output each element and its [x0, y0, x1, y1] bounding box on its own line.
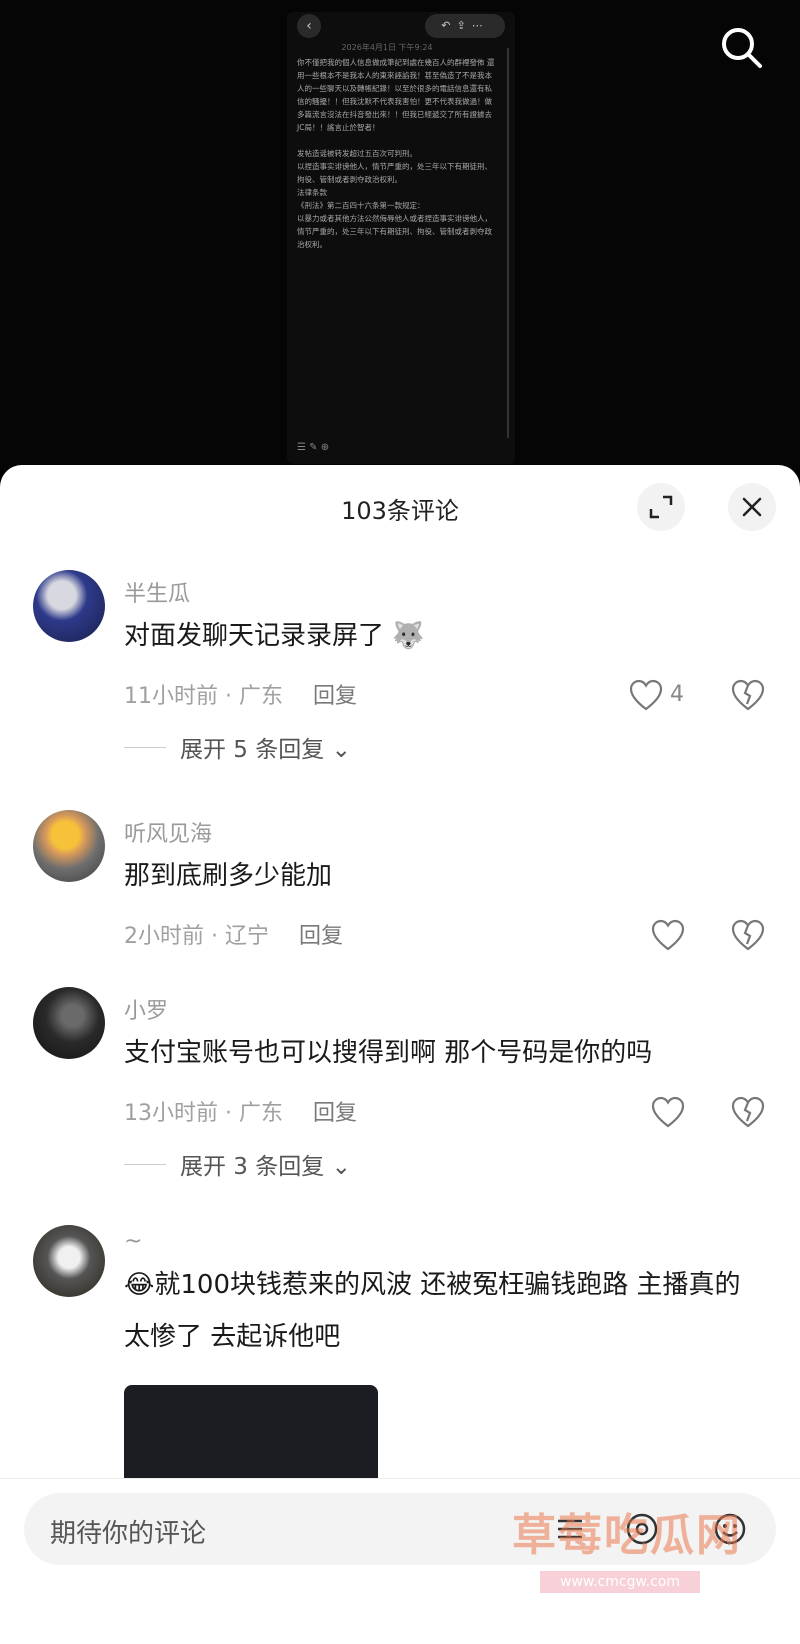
comment-author[interactable]: ~ [124, 1229, 142, 1254]
heart-icon [651, 1096, 685, 1128]
comment-text: 那到底刷多少能加 [124, 861, 333, 891]
divider-line [124, 1164, 166, 1165]
dislike-button[interactable] [730, 918, 766, 954]
chevron-down-icon: ⌄ [331, 1154, 351, 1180]
watermark-logo: 草莓吃瓜网 [512, 1510, 742, 1561]
watermark-url: www.cmcgw.com [540, 1571, 700, 1593]
comment-sheet: 103条评论 半生瓜 对面发聊天记录录屏了 🐺 11小时前 · 广东 回复 4 展… [0, 465, 800, 1643]
comment-author[interactable]: 听风见海 [124, 816, 212, 848]
comment-text: 支付宝账号也可以搜得到啊 那个号码是你的吗 [124, 1038, 653, 1068]
avatar[interactable] [33, 987, 105, 1059]
comment-text-body: 就100块钱惹来的风波 还被冤枉骗钱跑路 主播真的太惨了 去起诉他吧 [124, 1270, 741, 1352]
expand-replies-label: 展开 3 条回复 [180, 1154, 325, 1180]
comment-time-location: 2小时前 · 辽宁 [124, 924, 269, 949]
note-back-icon: ‹ [297, 14, 321, 38]
comment-meta: 11小时前 · 广东 回复 [124, 678, 357, 710]
dislike-button[interactable] [730, 678, 766, 714]
reply-button[interactable]: 回复 [313, 1101, 357, 1126]
note-bottom-toolbar: ☰ ✎ ⊕ [297, 442, 330, 453]
heart-icon [629, 679, 663, 711]
comment-input-placeholder: 期待你的评论 [50, 1519, 207, 1549]
comment-meta: 2小时前 · 辽宁 回复 [124, 918, 343, 950]
video-area[interactable]: ‹ ↶⇪⋯ 2026年4月1日 下午9:24 你不僅把我的個人信息做成筆記到處在… [0, 0, 800, 470]
reply-button[interactable]: 回复 [313, 684, 357, 709]
broken-heart-icon [731, 919, 765, 951]
avatar[interactable] [33, 570, 105, 642]
expand-replies-label: 展开 5 条回复 [180, 737, 325, 763]
dislike-button[interactable] [730, 1095, 766, 1131]
expand-sheet-button[interactable] [637, 483, 685, 531]
comment-author[interactable]: 半生瓜 [124, 576, 190, 608]
broken-heart-icon [731, 1096, 765, 1128]
expand-replies-button[interactable]: 展开 5 条回复 ⌄ [180, 730, 351, 764]
avatar[interactable] [33, 810, 105, 882]
note-scrollbar [507, 48, 509, 438]
close-icon [742, 497, 762, 517]
note-body-text: 你不僅把我的個人信息做成筆記到處在幾百人的群裡發佈 還用一些根本不是我本人的東來… [297, 58, 495, 249]
comment-time-location: 11小时前 · 广东 [124, 684, 283, 709]
reply-button[interactable]: 回复 [299, 924, 343, 949]
like-button[interactable] [628, 1095, 708, 1131]
comment-text: 😂就100块钱惹来的风波 还被冤枉骗钱跑路 主播真的太惨了 去起诉他吧 [124, 1259, 744, 1363]
laughing-emoji-icon: 😂 [124, 1270, 155, 1300]
note-toolbar: ‹ ↶⇪⋯ [297, 14, 505, 38]
note-date: 2026年4月1日 下午9:24 [341, 43, 433, 52]
comment-text: 对面发聊天记录录屏了 🐺 [124, 610, 764, 662]
comment-input-bar: 期待你的评论 草莓吃瓜网 www.cmcgw.com [0, 1478, 800, 1644]
like-button[interactable]: 4 [628, 678, 708, 714]
husky-emoji-icon: 🐺 [392, 621, 425, 651]
heart-icon [651, 919, 685, 951]
broken-heart-icon [731, 679, 765, 711]
note-actions-icons: ↶⇪⋯ [425, 14, 505, 38]
expand-icon [649, 495, 673, 519]
comment-time-location: 13小时前 · 广东 [124, 1101, 283, 1126]
comment-author[interactable]: 小罗 [124, 993, 168, 1025]
note-screenshot: ‹ ↶⇪⋯ 2026年4月1日 下午9:24 你不僅把我的個人信息做成筆記到處在… [287, 12, 515, 464]
comment-meta: 13小时前 · 广东 回复 [124, 1095, 357, 1127]
close-sheet-button[interactable] [728, 483, 776, 531]
expand-replies-button[interactable]: 展开 3 条回复 ⌄ [180, 1147, 351, 1181]
like-count: 4 [670, 682, 684, 707]
chevron-down-icon: ⌄ [331, 737, 351, 763]
avatar[interactable] [33, 1225, 105, 1297]
divider-line [124, 747, 166, 748]
like-button[interactable] [628, 918, 708, 954]
search-icon[interactable] [718, 24, 766, 72]
comment-text-body: 对面发聊天记录录屏了 [124, 621, 385, 651]
